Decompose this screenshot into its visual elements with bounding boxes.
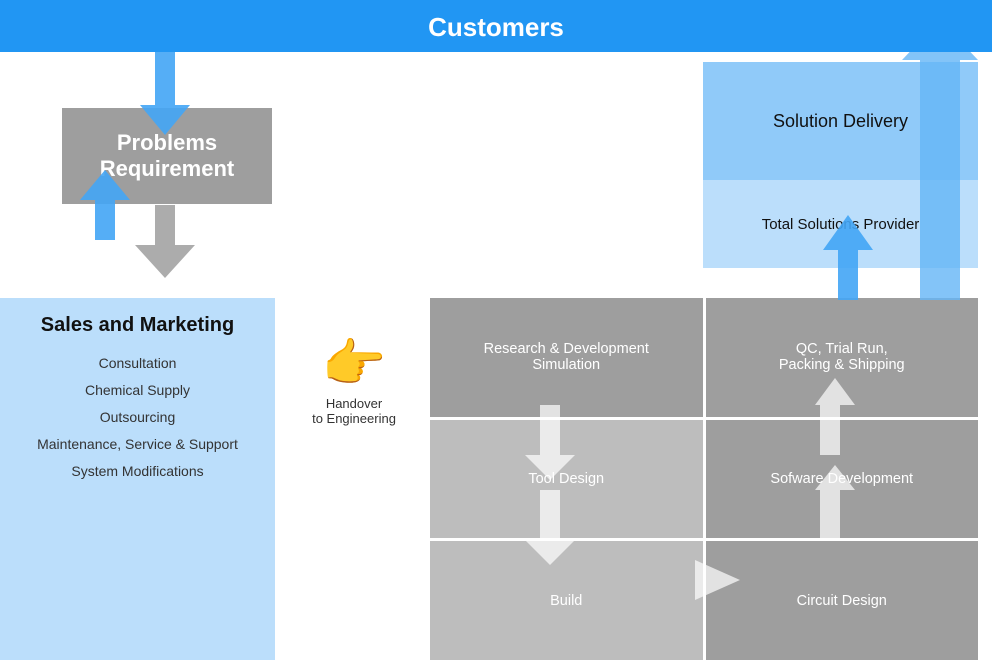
eng-cell-software: Sofware Development <box>706 420 979 539</box>
eng-cell-rd: Research & Development Simulation <box>430 298 703 417</box>
sales-item-system: System Modifications <box>12 463 263 479</box>
engineering-grid: Research & Development Simulation QC, Tr… <box>430 298 978 660</box>
right-column: Solution Delivery Total Solutions Provid… <box>703 62 978 268</box>
customers-label: Customers <box>428 12 564 42</box>
sales-title: Sales and Marketing <box>12 314 263 337</box>
sales-box: Sales and Marketing Consultation Chemica… <box>0 298 275 660</box>
eng-cell-build: Build <box>430 541 703 660</box>
problems-label: Problems Requirement <box>100 130 234 181</box>
eng-cell-circuit: Circuit Design <box>706 541 979 660</box>
sales-item-chemical: Chemical Supply <box>12 382 263 398</box>
sales-item-maintenance: Maintenance, Service & Support <box>12 436 263 452</box>
sales-item-consultation: Consultation <box>12 355 263 371</box>
hand-icon: 👉 <box>280 338 428 390</box>
eng-cell-tool: Tool Design <box>430 420 703 539</box>
problems-box: Problems Requirement <box>62 108 272 204</box>
handover-label: Handover to Engineering <box>280 396 428 426</box>
eng-cell-qc: QC, Trial Run, Packing & Shipping <box>706 298 979 417</box>
total-solutions-box: Total Solutions Provider <box>703 180 978 268</box>
solution-delivery-box: Solution Delivery <box>703 62 978 180</box>
handover-area: 👉 Handover to Engineering <box>280 338 428 426</box>
customers-header: Customers <box>0 0 992 52</box>
total-solutions-label: Total Solutions Provider <box>762 216 920 233</box>
solution-delivery-label: Solution Delivery <box>773 111 908 132</box>
sales-item-outsourcing: Outsourcing <box>12 409 263 425</box>
